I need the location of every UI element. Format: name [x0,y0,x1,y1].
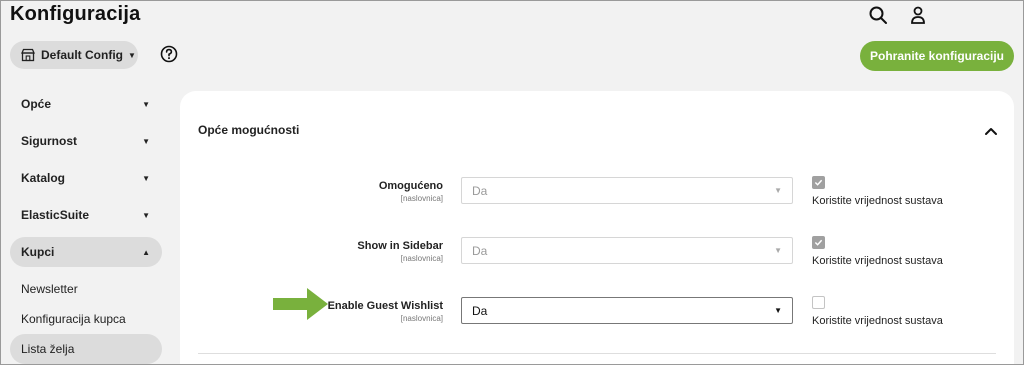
select-value: Da [472,183,488,198]
user-icon[interactable] [908,5,928,25]
sidebar-item-katalog[interactable]: Katalog ▼ [10,163,162,193]
caret-down-icon: ▼ [774,306,782,315]
sidebar-subitem-lista-zelja[interactable]: Lista želja [10,334,162,364]
config-sidebar: Opće ▼ Sigurnost ▼ Katalog ▼ ElasticSuit… [10,89,162,364]
sidebar-item-label: Katalog [21,171,66,185]
save-config-button[interactable]: Pohranite konfiguraciju [860,41,1014,71]
caret-down-icon: ▼ [142,99,150,109]
field-row-show-in-sidebar: Show in Sidebar [naslovnica] Da ▼ Korist… [180,236,1014,280]
sidebar-item-label: Kupci [21,245,55,259]
sidebar-subitem-konfiguracija-kupca[interactable]: Konfiguracija kupca [10,304,162,334]
use-system-value-label: Koristite vrijednost sustava [812,195,943,207]
caret-down-icon: ▼ [142,210,150,220]
chevron-up-icon[interactable] [984,124,998,136]
field-scope: [naslovnica] [400,194,443,203]
search-icon[interactable] [868,5,888,25]
field-label: Show in Sidebar [357,240,443,252]
use-system-value-label: Koristite vrijednost sustava [812,315,943,327]
sidebar-item-elasticsuite[interactable]: ElasticSuite ▼ [10,200,162,230]
store-scope-switcher[interactable]: Default Config ▼ [10,41,138,69]
sidebar-item-label: ElasticSuite [21,208,90,222]
store-icon [21,48,35,62]
use-system-value-checkbox[interactable] [812,296,825,309]
use-system-value-label: Koristite vrijednost sustava [812,255,943,267]
select-value: Da [472,243,488,258]
caret-down-icon: ▼ [142,173,150,183]
sidebar-item-label: Sigurnost [21,134,77,148]
sidebar-item-opce[interactable]: Opće ▼ [10,89,162,119]
sidebar-subitem-newsletter[interactable]: Newsletter [10,274,162,304]
field-label: Omogućeno [378,180,443,192]
use-system-value-checkbox[interactable] [812,176,825,189]
caret-up-icon: ▲ [142,247,150,257]
field-row-enabled: Omogućeno [naslovnica] Da ▼ Koristite vr… [180,176,1014,220]
sidebar-item-label: Opće [21,97,52,111]
section-title[interactable]: Opće mogućnosti [198,123,299,137]
annotation-arrow-icon [273,288,329,320]
caret-down-icon: ▼ [142,136,150,146]
page-title: Konfiguracija [10,3,141,25]
help-icon[interactable] [160,45,178,63]
select-value: Da [472,303,488,318]
show-in-sidebar-select[interactable]: Da ▼ [461,237,793,264]
caret-down-icon: ▼ [774,186,782,195]
caret-down-icon: ▼ [128,50,136,60]
sidebar-item-kupci[interactable]: Kupci ▲ [10,237,162,267]
field-label: Enable Guest Wishlist [327,300,443,312]
sidebar-item-sigurnost[interactable]: Sigurnost ▼ [10,126,162,156]
enable-guest-wishlist-select[interactable]: Da ▼ [461,297,793,324]
use-system-value-checkbox[interactable] [812,236,825,249]
scope-label: Default Config [41,48,123,62]
section-divider [198,353,996,354]
field-scope: [naslovnica] [400,314,443,323]
config-panel: Opće mogućnosti Omogućeno [naslovnica] D… [180,91,1014,365]
enabled-select[interactable]: Da ▼ [461,177,793,204]
caret-down-icon: ▼ [774,246,782,255]
field-scope: [naslovnica] [400,254,443,263]
